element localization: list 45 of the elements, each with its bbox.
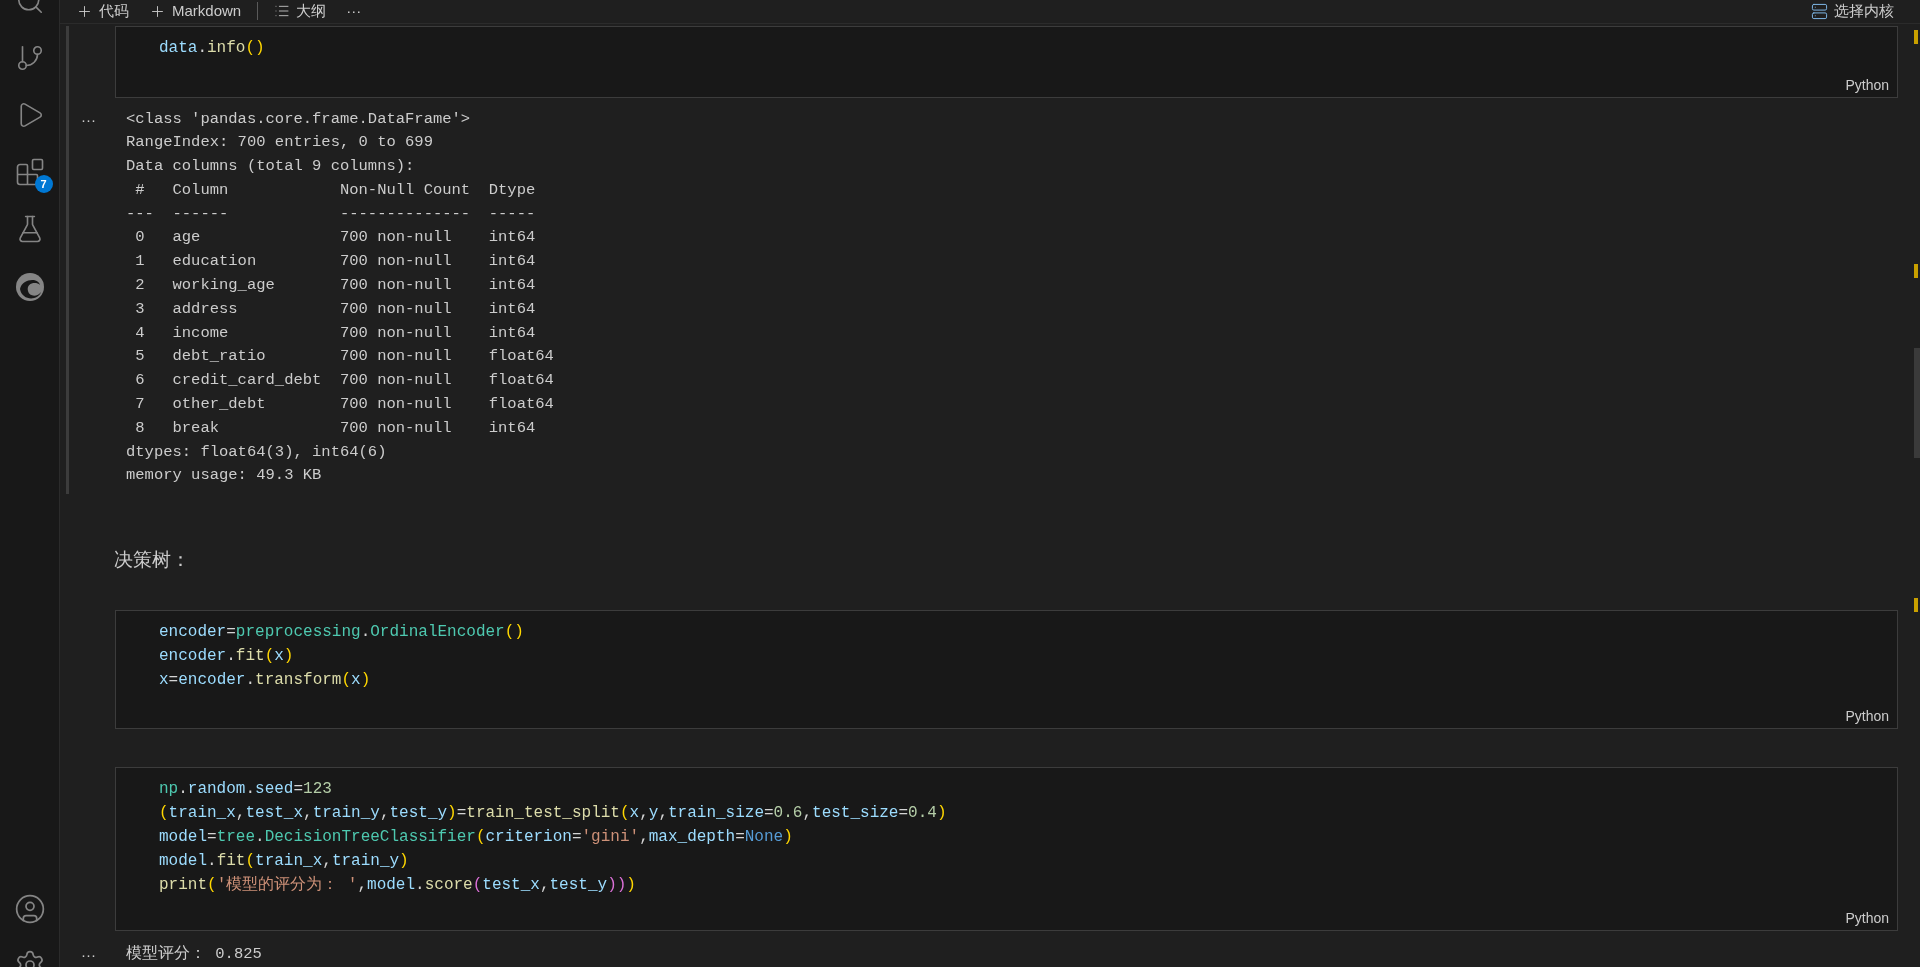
language-label[interactable]: Python	[1845, 76, 1889, 93]
output-line: Data columns (total 9 columns):	[126, 156, 415, 178]
notification-badge: 7	[34, 175, 53, 193]
markdown-heading: 决策树：	[114, 549, 190, 571]
code-line: model.fit(train_x,train_y)	[159, 851, 409, 873]
code-cell[interactable]	[115, 767, 1898, 932]
code-line: encoder=preprocessing.OrdinalEncoder()	[159, 622, 524, 644]
toolbar-button[interactable]: 大纲	[270, 0, 331, 23]
code-cell[interactable]: data.info() Python	[115, 25, 1898, 98]
kernel-picker[interactable]: 选择内核	[1811, 0, 1894, 23]
output-line: <class 'pandas.core.frame.DataFrame'>	[126, 108, 471, 130]
output-line: 3 address 700 non-null int64	[134, 298, 537, 320]
code-line: np.random.seed=123	[159, 779, 332, 801]
output-line: dtypes: float64(3), int64(6)	[126, 441, 387, 463]
output-line: 8 break 700 non-null int64	[134, 417, 537, 439]
code-cell[interactable]: encoder=preprocessing.OrdinalEncoder() encoder.fit(x) x=encoder.transform(x) Python	[115, 610, 1898, 730]
output-line: 4 income 700 non-null int64	[134, 322, 537, 344]
output-line: 模型评分： 0.825	[126, 944, 262, 966]
code-line: (train_x,test_x,train_y,test_y)=train_test_split(x,y,train_size=0.6,test_size=0.4)	[159, 803, 947, 825]
output-line: 5 debt_ratio 700 non-null float64	[134, 346, 554, 368]
toolbar-button[interactable]: 代码	[72, 0, 133, 23]
language-label[interactable]: Python	[1845, 910, 1889, 927]
output-line: 2 working_age 700 non-null int64	[134, 275, 537, 297]
output-more-button[interactable]: ···	[69, 943, 115, 967]
language-label[interactable]: Python	[1845, 708, 1889, 725]
output-more-button[interactable]: ···	[69, 107, 115, 132]
output-line: RangeIndex: 700 entries, 0 to 699	[126, 132, 433, 154]
toolbar-button[interactable]: Markdown	[145, 0, 246, 23]
more-button[interactable]: ···	[342, 0, 366, 23]
code-line: print('模型的评分为： ',model.score(test_x,test_y)))	[159, 875, 636, 897]
swirl-icon[interactable]	[13, 271, 46, 303]
code-line: model=tree.DecisionTreeClassifier(criterion='gini',max_depth=None)	[159, 827, 793, 849]
server-icon	[1811, 2, 1828, 20]
output-line: # Column Non-Null Count Dtype	[134, 179, 537, 201]
output-line: 6 credit_card_debt 700 non-null float64	[134, 370, 554, 392]
extensions-icon[interactable]	[14, 157, 45, 187]
account-icon[interactable]	[13, 893, 46, 925]
output-line: 7 other_debt 700 non-null float64	[134, 394, 554, 416]
output-line: 1 education 700 non-null int64	[134, 251, 537, 273]
output-line: 0 age 700 non-null int64	[134, 227, 537, 249]
output-line: memory usage: 49.3 KB	[126, 465, 322, 487]
output-line: --- ------ -------------- -----	[126, 203, 537, 225]
code-line: data.info()	[159, 37, 265, 59]
code-line: x=encoder.transform(x)	[159, 670, 371, 692]
code-line: encoder.fit(x)	[159, 646, 294, 668]
